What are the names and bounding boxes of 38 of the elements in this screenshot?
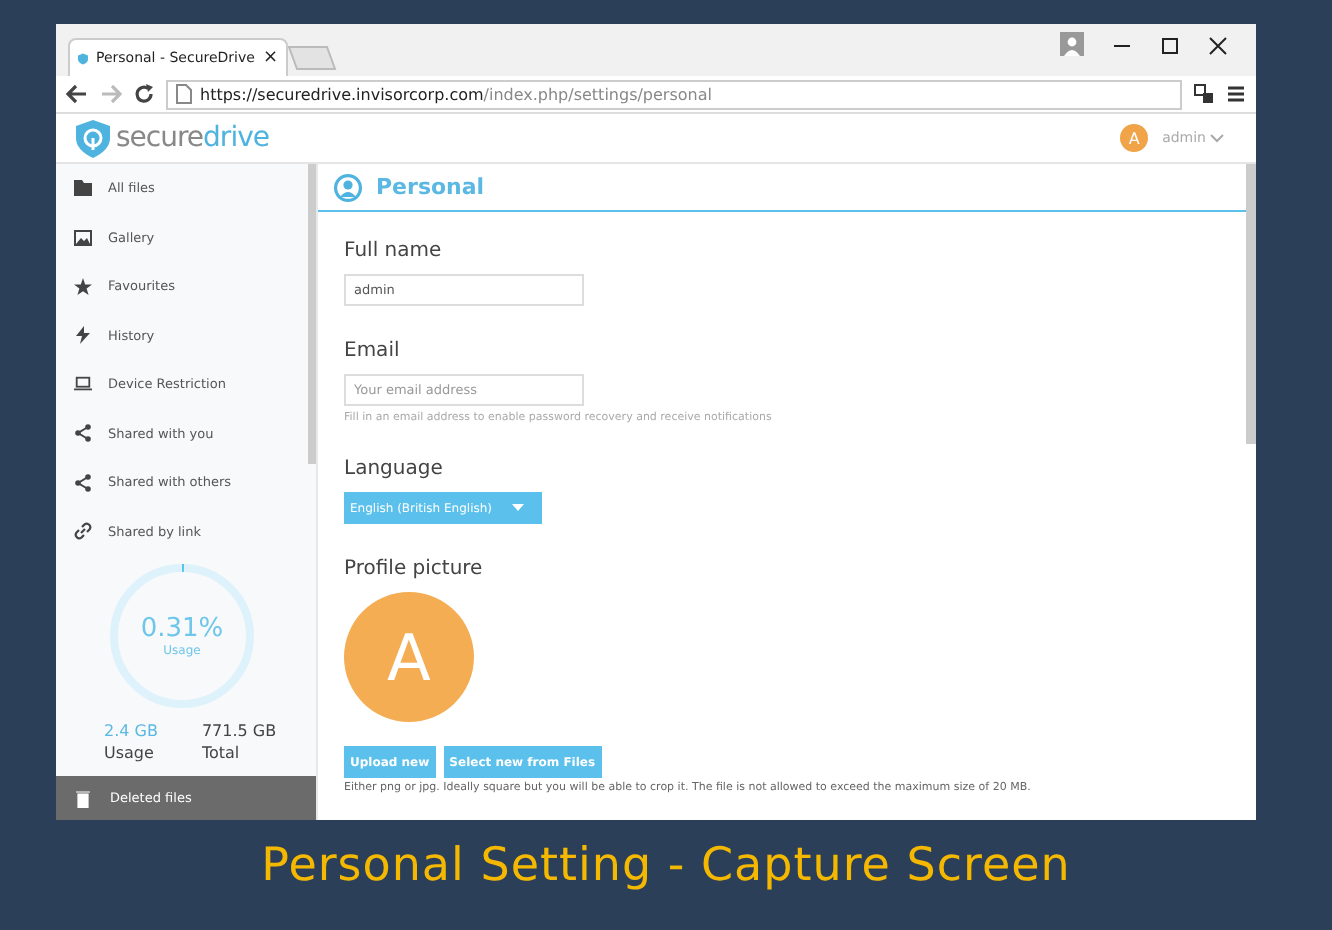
user-icon[interactable]: [1060, 32, 1084, 56]
caret-icon: [1210, 133, 1224, 143]
section-title: Personal: [376, 174, 485, 200]
link-icon: [74, 522, 92, 541]
menu-icon[interactable]: [1226, 84, 1246, 104]
field-label: Profile picture: [344, 558, 483, 580]
profile-avatar: A: [344, 592, 474, 722]
maximize-icon[interactable]: [1160, 36, 1180, 56]
caret-icon: [512, 504, 525, 512]
back-icon[interactable]: [66, 84, 88, 104]
url-text: https://securedrive.invisorcorp.com/index.php/settings/personal: [200, 85, 712, 103]
laptop-icon: [74, 376, 92, 393]
used-label: Usage: [104, 744, 156, 762]
trash-icon: [76, 789, 90, 807]
close-icon[interactable]: [1208, 36, 1228, 56]
field-label: Language: [344, 458, 443, 480]
star-icon: [74, 277, 92, 296]
scrollbar[interactable]: [1246, 164, 1256, 444]
total-label: Total: [201, 744, 242, 762]
folder-icon: [74, 180, 92, 197]
image-icon: [74, 229, 92, 246]
share-icon: [74, 473, 92, 492]
page-icon: [176, 84, 192, 104]
address-bar[interactable]: https://securedrive.invisorcorp.com/index.php/settings/personal: [166, 79, 1182, 109]
shield-logo-icon: [76, 119, 110, 157]
close-tab-button[interactable]: ×: [262, 48, 278, 68]
app-logo-text: securedrive: [116, 122, 269, 154]
reload-icon[interactable]: [134, 84, 154, 104]
usage-percent: 0.31%: [140, 614, 224, 644]
total-storage: 771.5 GB: [201, 722, 277, 740]
field-label: Email: [344, 340, 400, 362]
share-icon: [74, 424, 92, 443]
lightning-icon: [74, 326, 92, 345]
field-label: Full name: [344, 240, 442, 262]
scrollbar[interactable]: [308, 164, 316, 464]
user-circle-icon: [334, 173, 362, 201]
caption-text: Personal Setting - Capture Screen: [259, 840, 1073, 892]
used-storage: 2.4 GB: [104, 722, 158, 740]
